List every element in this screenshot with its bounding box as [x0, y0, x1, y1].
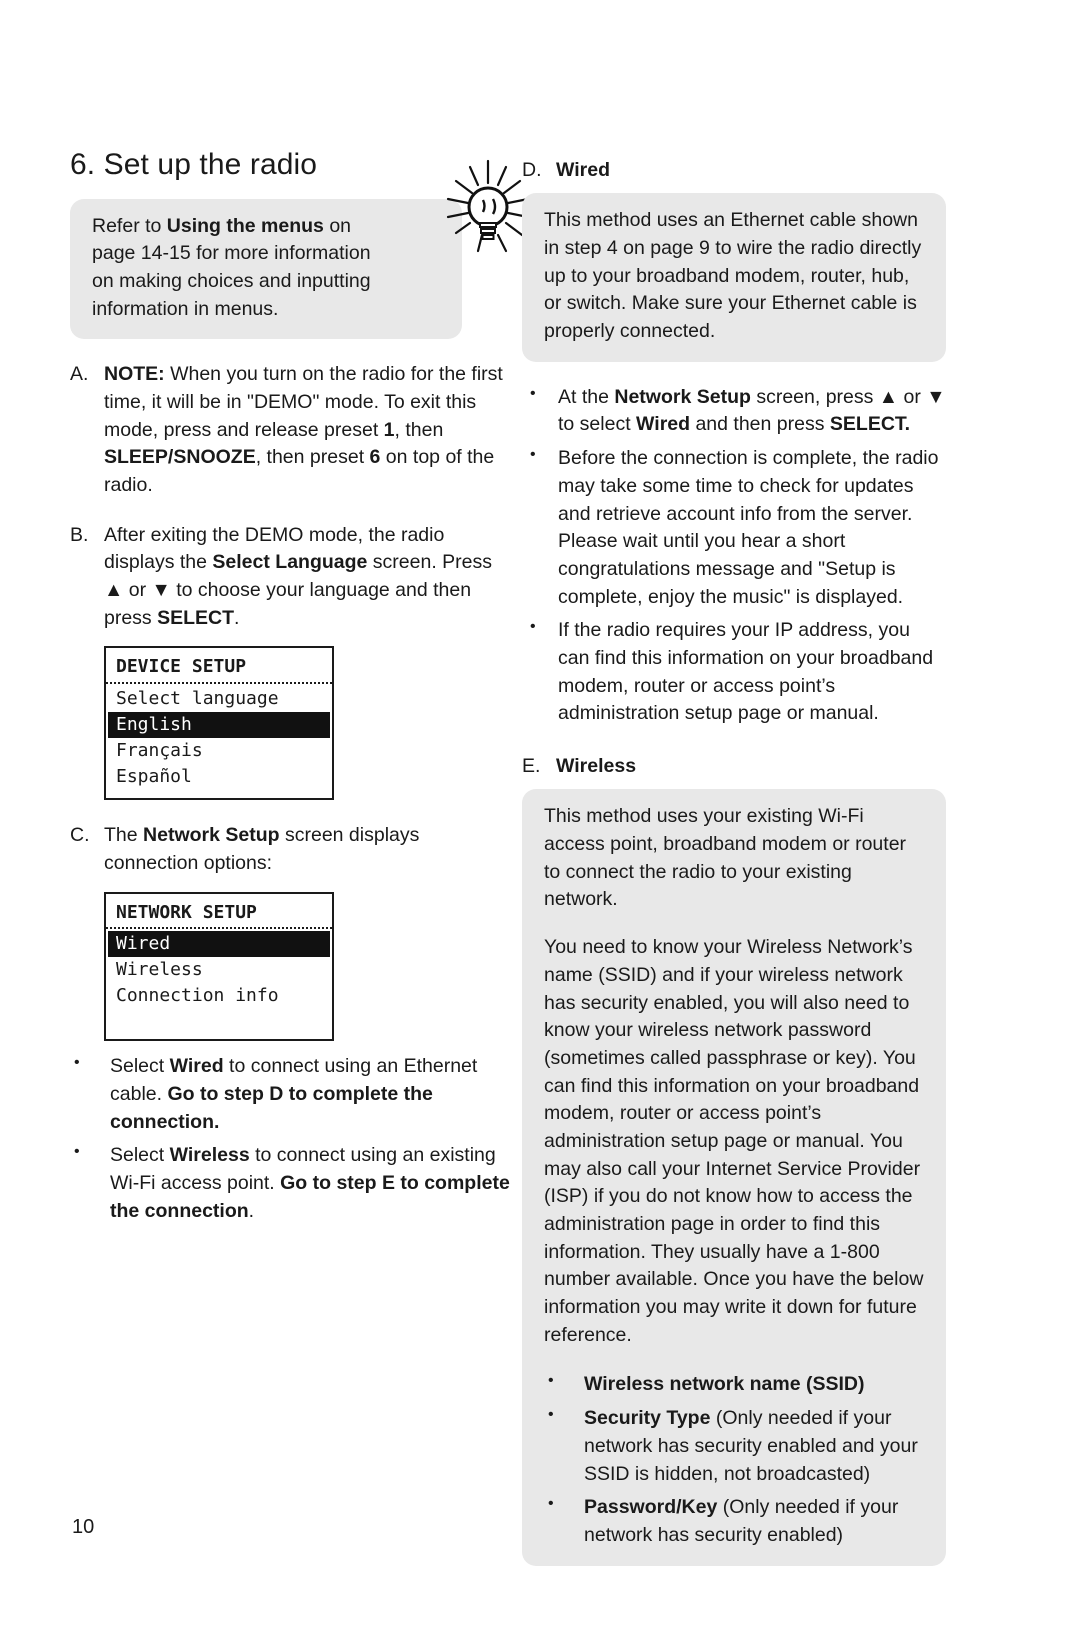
c-bullet-2-text-1: Select [110, 1144, 170, 1167]
item-c: C. The Network Setup screen displays con… [70, 822, 510, 877]
item-b: B. After exiting the DEMO mode, the radi… [70, 522, 510, 633]
wired-bullets: At the Network Setup screen, press ▲ or … [522, 383, 946, 728]
lcd-device-setup-title: DEVICE SETUP [106, 654, 332, 685]
lcd-row-connection-info[interactable]: Connection info [106, 983, 332, 1009]
lcd-row-espanol[interactable]: Español [106, 764, 332, 790]
wired-callout: This method uses an Ethernet cable shown… [522, 193, 946, 362]
item-b-letter: B. [70, 523, 89, 546]
lcd-row-wired[interactable]: Wired [108, 931, 330, 958]
item-a-sleep-snooze: SLEEP/SNOOZE [104, 446, 256, 469]
list-item: Wireless network name (SSID) [544, 1370, 924, 1399]
item-a-body: NOTE: When you turn on the radio for the… [104, 361, 510, 499]
item-b-text-3: . [234, 606, 240, 629]
lcd-row-select-language: Select language [116, 688, 279, 710]
c-bullet-1-text-1: Select [110, 1055, 170, 1078]
item-a-text-2: , then [394, 418, 444, 441]
section-d-heading: D. Wired [522, 158, 946, 183]
wired-b1-network-setup: Network Setup [614, 385, 751, 408]
lcd-row-wireless[interactable]: Wireless [106, 957, 332, 983]
list-item: Before the connection is complete, the r… [522, 444, 946, 611]
item-b-select: SELECT [157, 606, 235, 629]
c-bullet-2-text-3: . [248, 1199, 255, 1222]
item-a-text-3: , then preset [255, 446, 370, 469]
wireless-callout: This method uses your existing Wi-Fi acc… [522, 789, 946, 1566]
tip-text-before: Refer to [92, 214, 167, 237]
section-e-label: Wireless [556, 755, 637, 778]
list-item: Security Type (Only needed if your netwo… [544, 1404, 924, 1488]
lcd-device-setup: DEVICE SETUP Select language English Fra… [104, 646, 334, 801]
right-column: D. Wired This method uses an Ethernet ca… [522, 158, 946, 1566]
section-e-letter: E. [522, 755, 541, 778]
wired-callout-text: This method uses an Ethernet cable shown… [544, 209, 922, 343]
tip-callout: Refer to Using the menus on page 14-15 f… [70, 159, 530, 340]
manual-page: 6. Set up the radio Refer to Using the m… [0, 0, 1080, 1642]
wired-b1-text-1: At the [558, 385, 615, 408]
item-a-letter: A. [70, 363, 89, 386]
item-c-network-setup: Network Setup [143, 824, 280, 847]
item-a: A. NOTE: When you turn on the radio for … [70, 361, 510, 499]
list-item: If the radio requires your IP address, y… [522, 616, 946, 728]
lcd-network-setup-title: NETWORK SETUP [106, 900, 332, 930]
c-bullet-2-wireless: Wireless [169, 1144, 250, 1167]
wireless-bullet-security-type: Security Type [584, 1407, 711, 1430]
section-e-heading: E. Wireless [522, 754, 946, 779]
lcd-network-setup: NETWORK SETUP Wired Wireless Connection … [104, 891, 334, 1042]
wired-b1-wired: Wired [636, 413, 691, 436]
wired-b2-text: Before the connection is complete, the r… [558, 447, 939, 608]
item-a-preset-6: 6 [369, 446, 381, 469]
item-c-letter: C. [70, 824, 90, 847]
list-item: Select Wired to connect using an Etherne… [70, 1052, 510, 1136]
item-c-bullets: Select Wired to connect using an Etherne… [70, 1052, 510, 1225]
wireless-bullet-ssid: Wireless network name (SSID) [584, 1373, 865, 1396]
lightbulb-icon [436, 159, 532, 263]
wired-b1-text-3: and then press [690, 413, 830, 436]
page-number: 10 [72, 1516, 95, 1538]
tip-text-bold: Using the menus [166, 214, 324, 237]
item-a-preset-1: 1 [383, 418, 395, 441]
item-b-body: After exiting the DEMO mode, the radio d… [104, 522, 510, 633]
wired-b1-select: SELECT. [829, 413, 911, 436]
section-d-letter: D. [522, 159, 542, 181]
wireless-info-bullets: Wireless network name (SSID) Security Ty… [544, 1370, 924, 1549]
list-item: Password/Key (Only needed if your networ… [544, 1493, 924, 1549]
tip-text: Refer to Using the menus on page 14-15 f… [92, 213, 392, 324]
list-item: Select Wireless to connect using an exis… [70, 1141, 510, 1225]
list-item: At the Network Setup screen, press ▲ or … [522, 383, 946, 439]
left-column: 6. Set up the radio Refer to Using the m… [70, 148, 530, 1225]
item-a-note-label: NOTE: [104, 363, 165, 386]
section-d-label: Wired [556, 159, 610, 181]
item-b-select-language: Select Language [212, 551, 368, 574]
wired-b3-text: If the radio requires your IP address, y… [558, 619, 934, 725]
wireless-callout-paragraph-2: You need to know your Wireless Network’s… [544, 936, 924, 1346]
c-bullet-1-wired: Wired [169, 1055, 224, 1078]
item-c-text-1: The [104, 824, 144, 847]
wireless-bullet-password-key: Password/Key [584, 1496, 718, 1519]
wireless-callout-paragraph-1: This method uses your existing Wi-Fi acc… [544, 805, 907, 911]
item-c-body: The Network Setup screen displays connec… [104, 822, 510, 877]
lcd-row-francais[interactable]: Français [106, 738, 332, 764]
lcd-row-english[interactable]: English [108, 712, 330, 739]
